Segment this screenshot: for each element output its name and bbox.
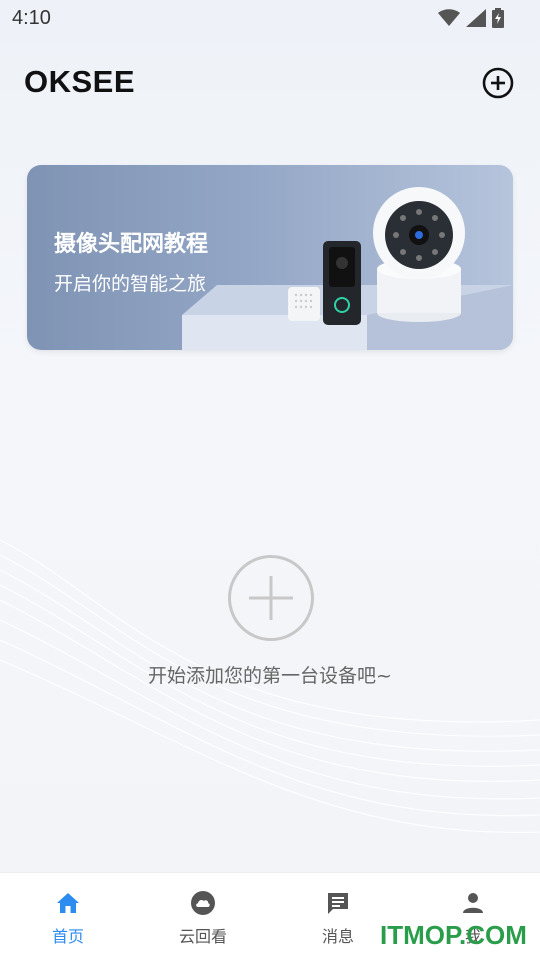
wifi-icon xyxy=(438,9,460,26)
status-bar: 4:10 xyxy=(0,0,540,36)
tab-home[interactable]: 首页 xyxy=(18,873,118,961)
tab-messages-label: 消息 xyxy=(321,927,354,946)
tab-cloud-playback[interactable]: 云回看 xyxy=(153,873,253,961)
message-icon xyxy=(328,893,348,914)
tab-messages[interactable]: 消息 xyxy=(288,873,388,961)
tutorial-banner[interactable]: 摄像头配网教程 开启你的智能之旅 xyxy=(27,165,513,350)
status-time: 4:10 xyxy=(12,7,51,29)
person-icon xyxy=(463,893,483,913)
camera-products-image xyxy=(182,187,513,350)
tab-cloud-playback-label: 云回看 xyxy=(178,927,227,946)
empty-state-message: 开始添加您的第一台设备吧~ xyxy=(148,665,392,687)
add-device-icon[interactable] xyxy=(482,67,514,99)
watermark: ITMOP.COM xyxy=(380,920,527,950)
signal-icon xyxy=(466,9,486,27)
battery-icon xyxy=(492,8,504,28)
home-icon xyxy=(57,893,79,913)
add-first-device-icon[interactable] xyxy=(227,554,315,642)
tab-home-label: 首页 xyxy=(51,927,84,946)
cloud-icon xyxy=(191,891,215,915)
background-waves xyxy=(0,539,540,834)
status-icons xyxy=(438,8,504,28)
app-title: OKSEE xyxy=(24,64,136,99)
